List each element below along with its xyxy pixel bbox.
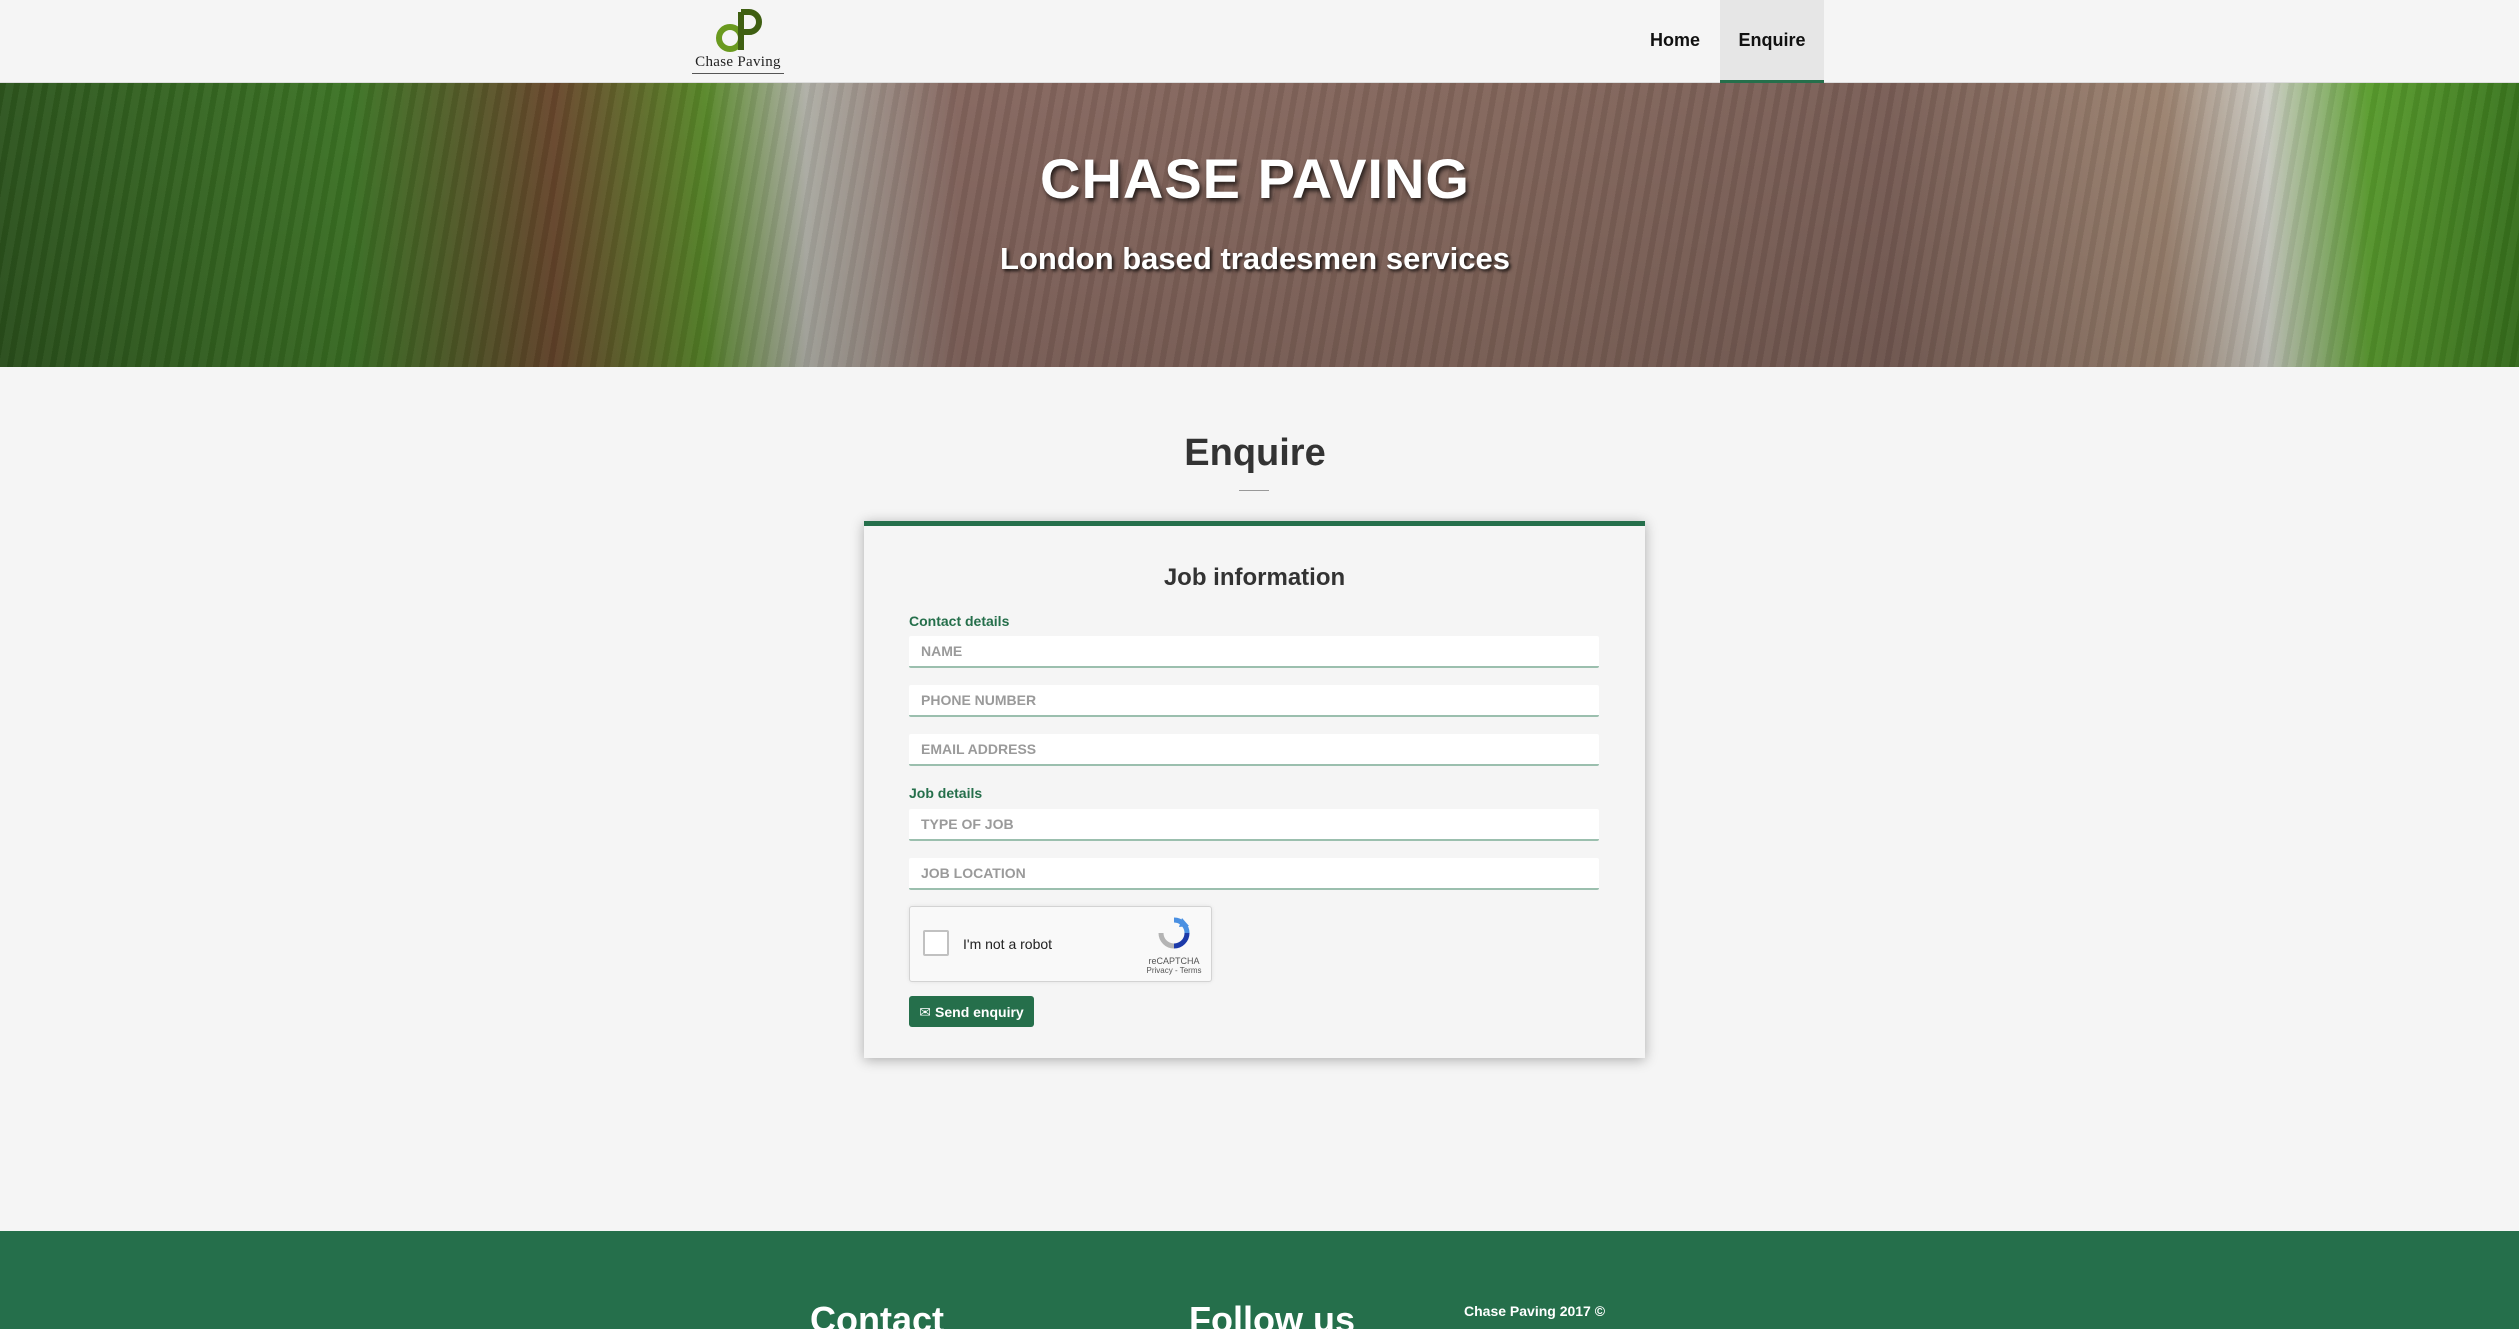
footer-contact-heading: Contact	[810, 1299, 944, 1329]
logo-text: Chase Paving	[692, 54, 784, 74]
send-enquiry-button[interactable]: ✉ Send enquiry	[909, 996, 1034, 1027]
recaptcha-checkbox[interactable]	[923, 930, 949, 956]
title-divider	[1239, 490, 1269, 491]
recaptcha-widget: I'm not a robot reCAPTCHA Privacy - Term…	[909, 906, 1212, 982]
job-location-input[interactable]	[909, 858, 1599, 890]
recaptcha-label: I'm not a robot	[963, 936, 1053, 952]
job-details-label: Job details	[909, 785, 983, 801]
name-input[interactable]	[909, 636, 1599, 668]
footer-copyright: Chase Paving 2017 ©	[1464, 1303, 1606, 1319]
email-input[interactable]	[909, 734, 1599, 766]
recaptcha-brand: reCAPTCHA	[1148, 956, 1200, 966]
page-title: Enquire	[1184, 432, 1326, 474]
hero-banner: CHASE PAVING London based tradesmen serv…	[0, 83, 2519, 367]
contact-details-label: Contact details	[909, 613, 1010, 629]
logo-mark-icon	[716, 9, 762, 52]
envelope-icon: ✉	[919, 1004, 932, 1020]
job-type-input[interactable]	[909, 809, 1599, 841]
phone-input[interactable]	[909, 685, 1599, 717]
enquiry-form-card: Job information Contact details Job deta…	[864, 521, 1645, 1058]
recaptcha-icon	[1158, 917, 1190, 949]
navbar: Chase Paving Home Enquire	[0, 0, 2519, 83]
hero-subtitle: London based tradesmen services	[1000, 241, 1510, 276]
hero-title: CHASE PAVING	[1040, 147, 1470, 210]
nav-enquire[interactable]: Enquire	[1720, 0, 1824, 83]
send-enquiry-label: Send enquiry	[935, 1004, 1024, 1020]
recaptcha-links[interactable]: Privacy - Terms	[1146, 966, 1202, 975]
footer: Contact Follow us Chase Paving 2017 ©	[0, 1231, 2519, 1329]
nav-home[interactable]: Home	[1630, 0, 1720, 83]
footer-follow-heading: Follow us	[1189, 1299, 1355, 1329]
logo[interactable]: Chase Paving	[692, 8, 784, 74]
recaptcha-logo: reCAPTCHA Privacy - Terms	[1146, 917, 1202, 975]
form-title: Job information	[1163, 564, 1346, 591]
